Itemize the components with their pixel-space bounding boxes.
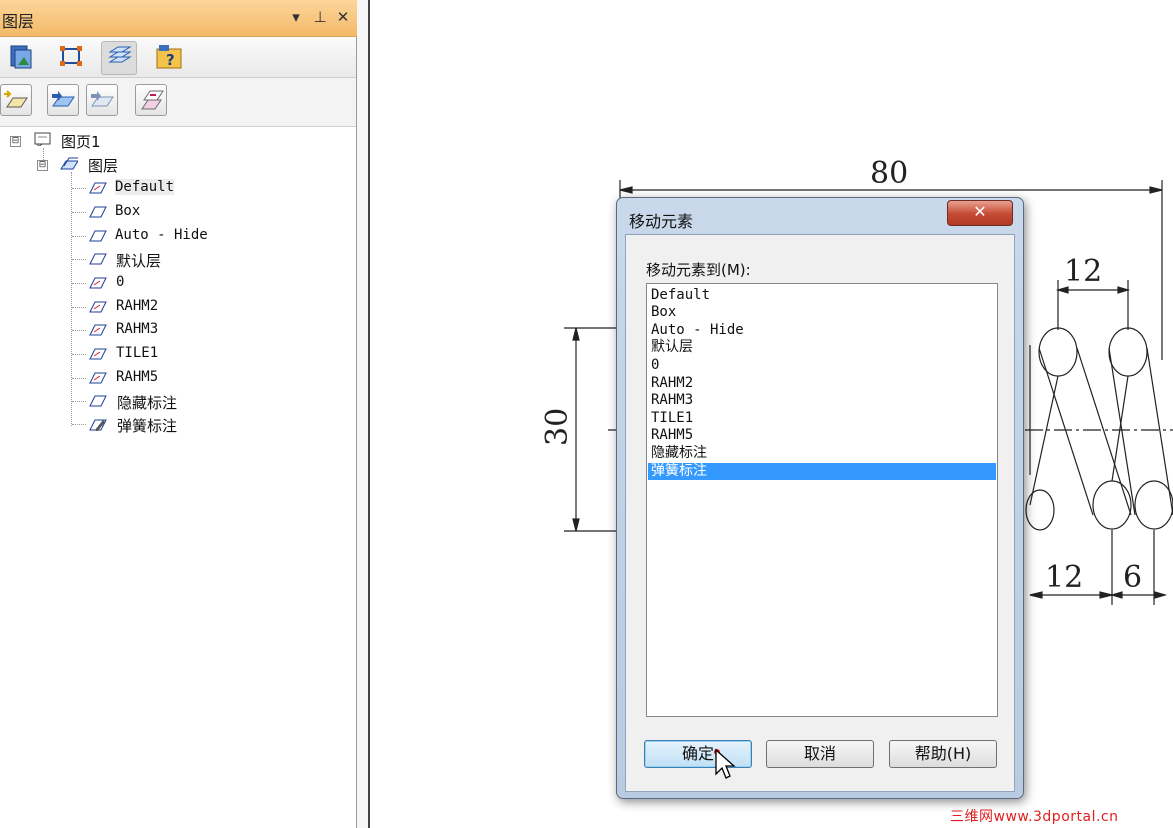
layer-tree: ⊟ 图页1 ⊟ 图层 Default Box Auto - Hide 默认层 0… xyxy=(0,128,356,828)
help-button[interactable]: 帮助(H) xyxy=(889,740,997,768)
dim-text-80: 80 xyxy=(870,156,908,191)
tree-layer-label: Box xyxy=(115,203,141,219)
dim-text-6: 6 xyxy=(1123,560,1142,595)
layer-visible-icon xyxy=(89,372,107,384)
tree-layer-item[interactable]: RAHM2 xyxy=(0,297,200,319)
layers-group-icon xyxy=(60,157,78,170)
tree-layer-item-active[interactable]: 弹簧标注 xyxy=(0,414,200,436)
tree-layer-label: RAHM3 xyxy=(116,321,159,337)
activate-layer-icon[interactable] xyxy=(47,84,79,116)
layer-visible-icon xyxy=(89,182,107,194)
layer-icon xyxy=(89,395,107,407)
tree-node-sheet[interactable]: ⊟ 图页1 xyxy=(0,130,200,152)
list-item[interactable]: TILE1 xyxy=(648,410,996,427)
watermark: 三维网www.3dportal.cn xyxy=(950,809,1119,825)
list-item[interactable]: Default xyxy=(648,287,996,304)
tree-layer-label: 弹簧标注 xyxy=(117,417,178,435)
tree-layer-label: RAHM2 xyxy=(116,298,159,314)
tree-layer-label: Auto - Hide xyxy=(115,227,208,243)
layer-visible-icon xyxy=(89,348,107,360)
layers-icon[interactable] xyxy=(101,41,137,75)
layer-listbox[interactable]: Default Box Auto - Hide 默认层 0 RAHM2 RAHM… xyxy=(646,283,998,717)
tree-label-layers: 图层 xyxy=(88,157,119,175)
collapse-icon[interactable]: ⊟ xyxy=(10,136,21,147)
tree-layer-label: Default xyxy=(115,179,175,195)
move-elements-dialog: 移动元素 ✕ 移动元素到(M): Default Box Auto - Hide… xyxy=(616,197,1024,799)
tree-layer-item[interactable]: 0 xyxy=(0,273,200,295)
tree-layer-item[interactable]: Auto - Hide xyxy=(0,226,240,248)
tree-label-sheet: 图页1 xyxy=(61,133,101,151)
tree-node-layers[interactable]: ⊟ 图层 xyxy=(0,154,200,176)
layers-panel: 图层 ▾ ⊥ ✕ ? ⊟ 图页1 ⊟ 图层 Default Box Auto -… xyxy=(0,0,358,828)
dialog-body: 移动元素到(M): Default Box Auto - Hide 默认层 0 … xyxy=(625,234,1015,792)
tree-layer-item[interactable]: 默认层 xyxy=(0,249,200,271)
list-item[interactable]: 隐藏标注 xyxy=(648,445,996,462)
tree-layer-item[interactable]: Box xyxy=(0,202,200,224)
list-item-selected[interactable]: 弹簧标注 xyxy=(648,463,996,480)
layer-toolbar xyxy=(0,78,356,127)
panel-close-icon[interactable]: ✕ xyxy=(334,8,352,26)
tree-layer-item[interactable]: Default xyxy=(0,178,200,200)
move-elements-icon[interactable] xyxy=(135,84,167,116)
active-layer-pencil-icon xyxy=(89,419,107,431)
list-item[interactable]: RAHM2 xyxy=(648,375,996,392)
tree-layer-label: 0 xyxy=(116,274,125,290)
tree-layer-label: 隐藏标注 xyxy=(117,394,178,412)
panel-title-bar: 图层 ▾ ⊥ ✕ xyxy=(0,0,358,37)
sheet-icon xyxy=(34,132,51,146)
mouse-cursor-icon xyxy=(714,748,736,779)
layer-icon xyxy=(89,253,107,265)
list-item[interactable]: Auto - Hide xyxy=(648,322,996,339)
pin-icon[interactable]: ⊥ xyxy=(311,8,329,26)
panel-dropdown-icon[interactable]: ▾ xyxy=(287,8,305,26)
list-item[interactable]: 默认层 xyxy=(648,339,996,356)
list-item[interactable]: RAHM3 xyxy=(648,392,996,409)
dialog-title: 移动元素 xyxy=(629,212,694,231)
tree-layer-label: 默认层 xyxy=(116,252,162,270)
tree-layer-item[interactable]: RAHM3 xyxy=(0,320,200,342)
cancel-button[interactable]: 取消 xyxy=(766,740,874,768)
select-group-icon[interactable] xyxy=(54,41,88,73)
layer-visible-icon xyxy=(89,324,107,336)
new-layer-icon[interactable] xyxy=(0,84,32,116)
tree-layer-label: RAHM5 xyxy=(116,369,159,385)
hide-layer-icon[interactable] xyxy=(86,84,118,116)
dialog-close-button[interactable]: ✕ xyxy=(947,200,1013,226)
list-label: 移动元素到(M): xyxy=(646,261,751,279)
list-item[interactable]: Box xyxy=(648,304,996,321)
layer-icon xyxy=(89,206,107,218)
tree-layer-label: TILE1 xyxy=(116,345,159,361)
dim-text-12-top: 12 xyxy=(1064,254,1102,289)
dim-text-30: 30 xyxy=(540,408,575,446)
layer-visible-icon xyxy=(89,301,107,313)
list-item[interactable]: 0 xyxy=(648,357,996,374)
help-panel-icon[interactable]: ? xyxy=(152,41,186,73)
tree-layer-item[interactable]: 隐藏标注 xyxy=(0,391,200,413)
sheet-properties-icon[interactable] xyxy=(4,41,38,73)
collapse-icon[interactable]: ⊟ xyxy=(37,160,48,171)
layer-icon xyxy=(89,230,107,242)
tree-layer-item[interactable]: TILE1 xyxy=(0,344,200,366)
panel-title: 图层 xyxy=(2,12,35,31)
layer-visible-icon xyxy=(89,277,107,289)
dim-text-12-bottom: 12 xyxy=(1045,560,1083,595)
list-item[interactable]: RAHM5 xyxy=(648,427,996,444)
panel-tab-bar: ? xyxy=(0,37,356,78)
tree-layer-item[interactable]: RAHM5 xyxy=(0,368,200,390)
svg-text:?: ? xyxy=(166,51,175,69)
